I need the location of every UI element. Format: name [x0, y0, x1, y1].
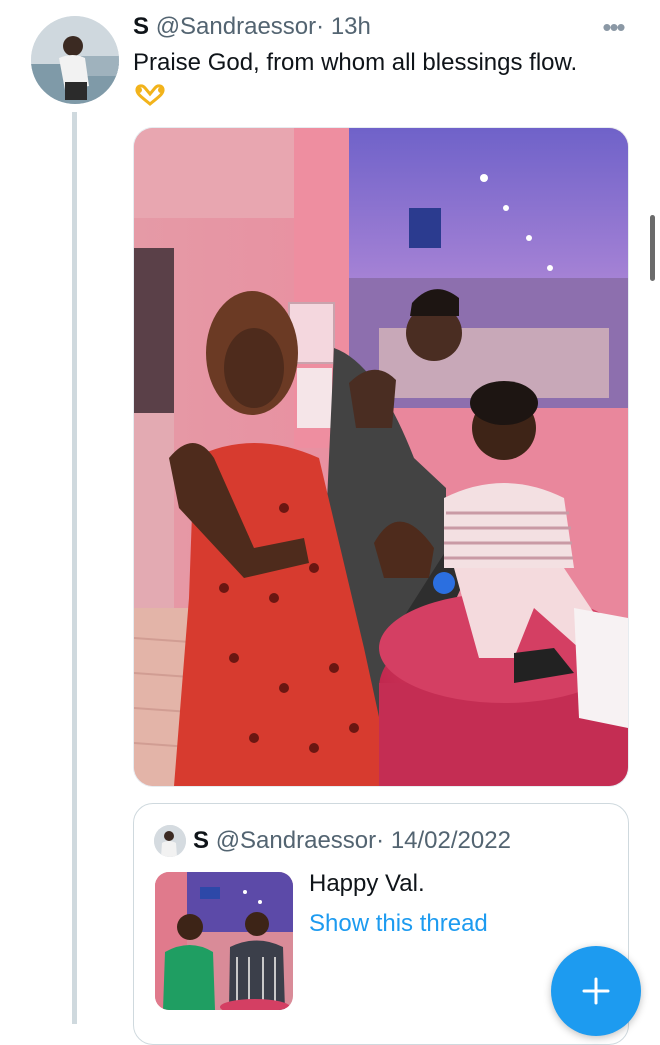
- quoted-tweet-text: Happy Val.: [309, 870, 425, 897]
- author-avatar[interactable]: [31, 16, 119, 104]
- tweet-text: Praise God, from whom all blessings flow…: [133, 49, 578, 76]
- tweet-photo[interactable]: [133, 127, 629, 787]
- compose-tweet-button[interactable]: [551, 946, 641, 1036]
- quoted-author-handle[interactable]: @Sandraessor: [216, 827, 376, 854]
- heart-hands-emoji-icon: [134, 84, 166, 106]
- quoted-author-display-name[interactable]: S: [193, 827, 209, 854]
- author-handle[interactable]: @Sandraessor: [156, 13, 316, 40]
- more-dots-icon[interactable]: •••: [596, 14, 630, 40]
- scrollbar-thumb[interactable]: [650, 215, 655, 281]
- show-thread-link[interactable]: Show this thread: [309, 909, 488, 939]
- plus-icon: [582, 977, 610, 1005]
- thread-connector-line: [72, 112, 77, 1024]
- author-display-name[interactable]: S: [133, 13, 149, 40]
- tweet-timestamp[interactable]: 13h: [331, 13, 371, 40]
- tweet-header: S @Sandraessor· 13h: [133, 12, 371, 42]
- quoted-tweet-header: S @Sandraessor· 14/02/2022: [193, 826, 511, 856]
- header-separator: ·: [316, 13, 325, 40]
- quoted-author-avatar[interactable]: [154, 825, 186, 857]
- quoted-tweet-thumbnail[interactable]: [155, 872, 293, 1010]
- quoted-tweet-date[interactable]: 14/02/2022: [391, 827, 511, 854]
- quoted-header-separator: ·: [376, 827, 385, 854]
